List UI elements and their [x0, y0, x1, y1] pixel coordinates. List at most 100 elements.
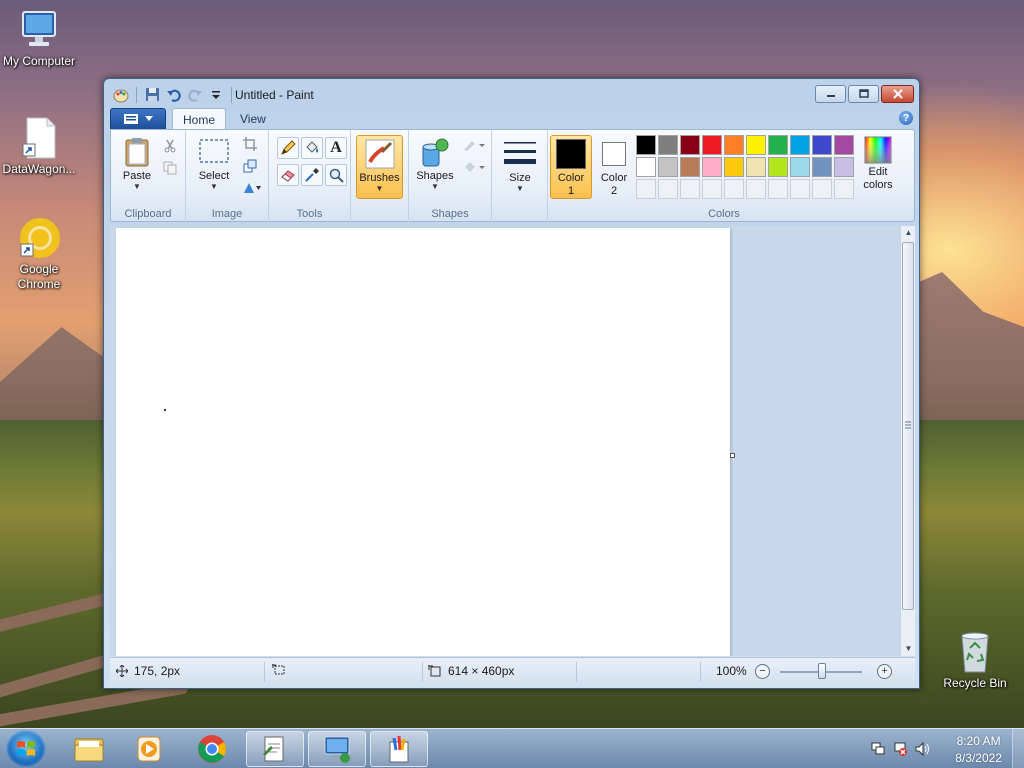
palette-swatch[interactable]	[746, 157, 766, 177]
canvas-size-icon	[428, 665, 441, 677]
start-button[interactable]	[6, 730, 46, 768]
edit-colors-button[interactable]: Edit colors	[858, 136, 898, 192]
color2-button[interactable]: Color 2	[594, 136, 634, 198]
drawing-canvas[interactable]	[116, 228, 730, 656]
palette-swatch[interactable]	[658, 157, 678, 177]
palette-swatch[interactable]	[636, 135, 656, 155]
palette-swatch[interactable]	[702, 135, 722, 155]
palette-swatch-empty[interactable]	[702, 179, 722, 199]
palette-swatch-empty[interactable]	[834, 179, 854, 199]
fill-icon[interactable]	[461, 157, 487, 177]
taskbar-paint[interactable]	[370, 731, 428, 767]
palette-swatch-empty[interactable]	[746, 179, 766, 199]
network-icon[interactable]	[892, 741, 908, 760]
close-icon	[892, 89, 903, 99]
canvas-resize-handle[interactable]	[730, 453, 735, 458]
palette-swatch[interactable]	[790, 135, 810, 155]
palette-swatch[interactable]	[702, 157, 722, 177]
palette-swatch-empty[interactable]	[680, 179, 700, 199]
taskbar-app-2[interactable]	[308, 731, 366, 767]
color-picker-icon[interactable]	[301, 164, 323, 186]
zoom-in-button[interactable]: +	[877, 664, 892, 679]
scrollbar-thumb[interactable]	[902, 242, 914, 610]
palette-swatch[interactable]	[768, 157, 788, 177]
select-button[interactable]: Select ▼	[192, 136, 236, 191]
brushes-button[interactable]: Brushes ▼	[356, 135, 403, 199]
palette-swatch[interactable]	[812, 157, 832, 177]
rotate-icon[interactable]	[240, 178, 264, 198]
palette-swatch-empty[interactable]	[636, 179, 656, 199]
paintbrush-icon	[364, 138, 396, 170]
tab-view[interactable]: View	[230, 108, 276, 130]
scroll-up-arrow-icon[interactable]: ▲	[901, 226, 916, 240]
palette-swatch[interactable]	[746, 135, 766, 155]
action-center-icon[interactable]	[870, 741, 886, 760]
taskbar-explorer[interactable]	[60, 731, 118, 767]
paint-menu-button[interactable]	[110, 108, 166, 130]
desktop-icon-label: Recycle Bin	[943, 676, 1007, 690]
scroll-down-arrow-icon[interactable]: ▼	[901, 642, 916, 656]
taskbar-app-1[interactable]	[246, 731, 304, 767]
size-button[interactable]: Size ▼	[500, 138, 540, 193]
outline-icon[interactable]	[461, 135, 487, 155]
palette-swatch[interactable]	[812, 135, 832, 155]
paste-button[interactable]: Paste ▼	[117, 136, 157, 191]
minimize-icon	[826, 95, 835, 97]
title-bar[interactable]: Untitled - Paint	[104, 79, 919, 107]
palette-swatch[interactable]	[680, 135, 700, 155]
clock[interactable]: 8:20 AM 8/3/2022	[955, 733, 1002, 767]
palette-swatch-empty[interactable]	[768, 179, 788, 199]
status-divider	[422, 662, 423, 682]
palette-swatch-empty[interactable]	[724, 179, 744, 199]
copy-icon[interactable]	[160, 158, 180, 178]
close-button[interactable]	[881, 85, 914, 103]
save-icon[interactable]	[144, 86, 161, 103]
palette-swatch[interactable]	[768, 135, 788, 155]
desktop-icon-google-chrome[interactable]: Google Chrome	[0, 216, 81, 292]
palette-swatch[interactable]	[724, 157, 744, 177]
fill-bucket-icon[interactable]	[301, 137, 323, 159]
palette-swatch[interactable]	[680, 157, 700, 177]
paint-app-icon[interactable]	[112, 86, 129, 103]
paint-window[interactable]: Untitled - Paint Home View ? Paste ▼ Cli…	[103, 78, 920, 689]
cut-icon[interactable]	[160, 136, 180, 156]
desktop-icon-my-computer[interactable]: My Computer	[0, 8, 81, 69]
toolbar-separator	[136, 86, 137, 103]
palette-swatch[interactable]	[834, 157, 854, 177]
palette-swatch[interactable]	[724, 135, 744, 155]
palette-swatch-empty[interactable]	[658, 179, 678, 199]
zoom-out-button[interactable]: −	[755, 664, 770, 679]
magnifier-icon[interactable]	[325, 164, 347, 186]
customize-toolbar-icon[interactable]	[207, 86, 224, 103]
color1-button[interactable]: Color 1	[550, 135, 592, 199]
pencil-icon[interactable]	[277, 137, 299, 159]
desktop-icon-recycle-bin[interactable]: Recycle Bin	[933, 630, 1017, 691]
help-icon[interactable]: ?	[899, 111, 913, 125]
palette-swatch[interactable]	[658, 135, 678, 155]
vertical-scrollbar[interactable]: ▲ ▼	[900, 226, 915, 656]
minimize-button[interactable]	[815, 85, 846, 103]
palette-swatch[interactable]	[636, 157, 656, 177]
resize-icon[interactable]	[240, 156, 260, 176]
line-size-icon	[504, 138, 536, 170]
zoom-slider-thumb[interactable]	[818, 663, 826, 679]
text-tool-icon[interactable]: A	[325, 137, 347, 159]
palette-swatch[interactable]	[790, 157, 810, 177]
desktop-icon-datawagon[interactable]: DataWagon...	[0, 116, 81, 177]
crop-icon[interactable]	[240, 134, 260, 154]
shapes-button[interactable]: Shapes ▼	[413, 136, 457, 191]
maximize-button[interactable]	[848, 85, 879, 103]
window-controls	[815, 85, 914, 103]
show-desktop-button[interactable]	[1012, 729, 1024, 768]
taskbar-chrome[interactable]	[183, 731, 241, 767]
eraser-icon[interactable]	[277, 164, 299, 186]
tab-home[interactable]: Home	[172, 108, 227, 130]
taskbar-media-player[interactable]	[120, 731, 178, 767]
volume-icon[interactable]	[914, 741, 930, 760]
palette-swatch[interactable]	[834, 135, 854, 155]
file-shortcut-icon	[17, 116, 61, 160]
redo-icon[interactable]	[186, 86, 203, 103]
palette-swatch-empty[interactable]	[812, 179, 832, 199]
undo-icon[interactable]	[165, 86, 182, 103]
palette-swatch-empty[interactable]	[790, 179, 810, 199]
